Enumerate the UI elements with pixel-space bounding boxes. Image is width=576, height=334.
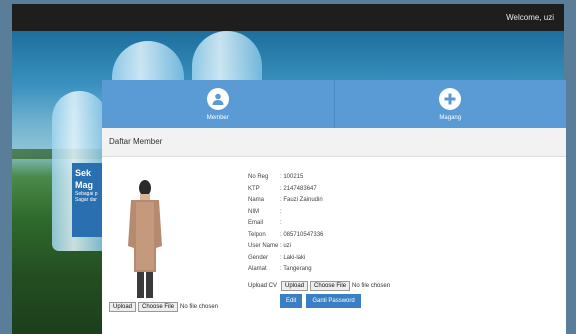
member-photo xyxy=(126,176,164,300)
info-row: No Reg : 100215 xyxy=(248,174,323,186)
info-label: Email xyxy=(248,220,264,226)
info-value: : Fauzi Zainudin xyxy=(280,197,323,203)
user-icon xyxy=(206,87,229,110)
member-panel: Member Magang Daftar Member Upload Choos… xyxy=(102,80,566,334)
info-value: : 2147483647 xyxy=(280,185,317,192)
nav-magang-label: Magang xyxy=(439,114,462,121)
info-row: Email: xyxy=(248,220,323,232)
cv-upload-button[interactable]: Upload xyxy=(281,281,309,291)
photo-file-status: No file chosen xyxy=(180,304,219,310)
photo-choose-file-button[interactable]: Choose File xyxy=(138,302,179,312)
nav-member-label: Member xyxy=(206,114,229,121)
info-label: Telpon xyxy=(248,231,266,238)
photo-upload-group: Upload Choose File No file chosen xyxy=(109,302,218,312)
info-value: : Tangerang xyxy=(280,266,312,272)
change-password-button[interactable]: Ganti Password xyxy=(306,294,361,308)
cv-choose-file-button[interactable]: Choose File xyxy=(310,281,351,291)
info-row: User Name: uzi xyxy=(248,243,323,255)
info-value: : uzi xyxy=(280,243,292,249)
action-buttons: Edit Ganti Password xyxy=(280,294,365,308)
cv-file-status: No file chosen xyxy=(352,283,391,289)
info-label: Alamat xyxy=(248,266,267,272)
cv-upload-group: Upload CV Upload Choose File No file cho… xyxy=(248,281,390,291)
photo-upload-button[interactable]: Upload xyxy=(109,302,137,312)
plus-icon xyxy=(439,87,462,110)
member-info: No Reg : 100215 KTP : 2147483647 Nama : Fau… xyxy=(248,174,323,278)
info-value: : xyxy=(280,220,282,226)
info-row: Alamat : Tangerang xyxy=(248,266,323,278)
section-title: Daftar Member xyxy=(102,128,566,157)
info-row: Gender : Laki-laki xyxy=(248,255,323,267)
info-label: No Reg xyxy=(248,174,269,180)
top-bar: Welcome, uzi xyxy=(12,4,564,31)
welcome-text[interactable]: Welcome, uzi xyxy=(506,13,554,22)
info-row: KTP : 2147483647 xyxy=(248,186,323,198)
info-row: NIM: xyxy=(248,209,323,221)
nav-member[interactable]: Member xyxy=(102,80,334,128)
info-label: NIM xyxy=(248,208,259,215)
info-label: KTP xyxy=(248,185,260,192)
info-label: Nama xyxy=(248,197,265,203)
edit-button[interactable]: Edit xyxy=(280,294,303,308)
info-row: Telpon : 085710547336 xyxy=(248,232,323,244)
info-value: : 100215 xyxy=(280,174,304,180)
info-label: Gender xyxy=(248,254,269,261)
info-value: : Laki-laki xyxy=(280,254,306,261)
nav-bar: Member Magang xyxy=(102,80,566,128)
info-row: Nama : Fauzi Zainudin xyxy=(248,197,323,209)
info-label: User Name xyxy=(248,243,279,249)
cv-upload-label: Upload CV xyxy=(248,283,278,289)
nav-magang[interactable]: Magang xyxy=(333,80,567,128)
info-value: : 085710547336 xyxy=(280,231,324,238)
info-value: : xyxy=(280,208,282,215)
